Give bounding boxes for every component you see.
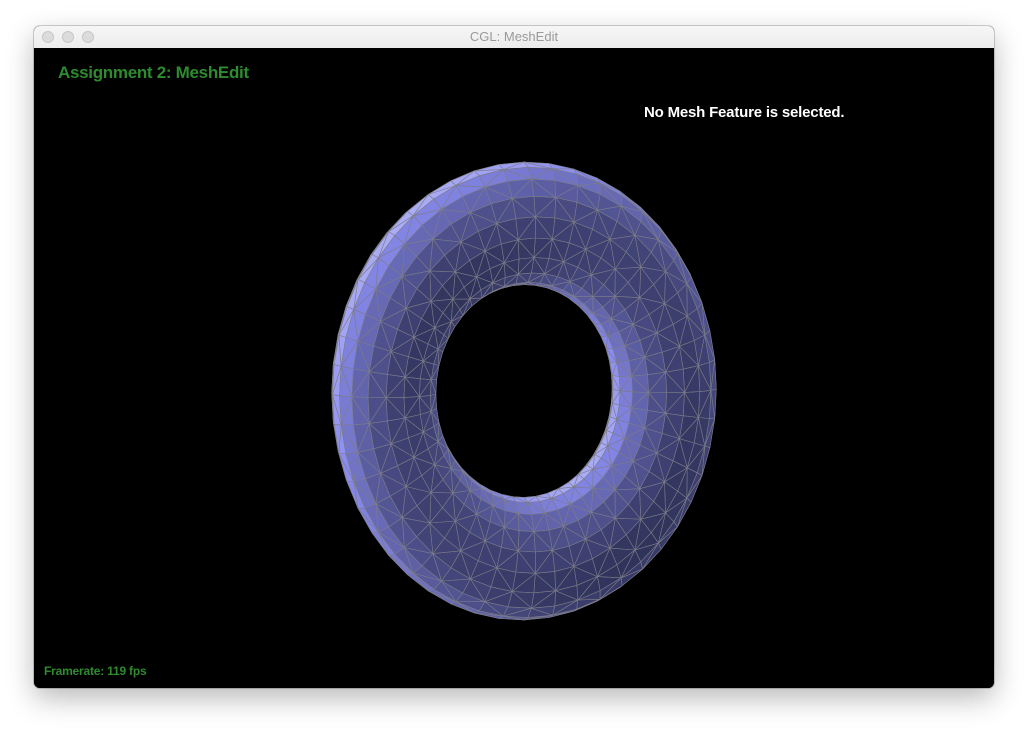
mesh-face[interactable]	[548, 163, 574, 170]
selection-status-text: No Mesh Feature is selected.	[644, 104, 845, 121]
torus-mesh[interactable]	[34, 48, 994, 688]
title-bar[interactable]: CGL: MeshEdit	[34, 26, 994, 49]
window-title: CGL: MeshEdit	[469, 29, 559, 44]
mesh-face[interactable]	[576, 598, 601, 610]
framerate-readout: Framerate: 119 fps	[44, 664, 147, 678]
torus-faces[interactable]	[331, 161, 717, 621]
render-viewport[interactable]: Assignment 2: MeshEdit No Mesh Feature i…	[34, 48, 994, 688]
assignment-title: Assignment 2: MeshEdit	[58, 63, 249, 82]
app-window: CGL: MeshEdit Assignment 2: MeshEdit No …	[34, 26, 994, 688]
